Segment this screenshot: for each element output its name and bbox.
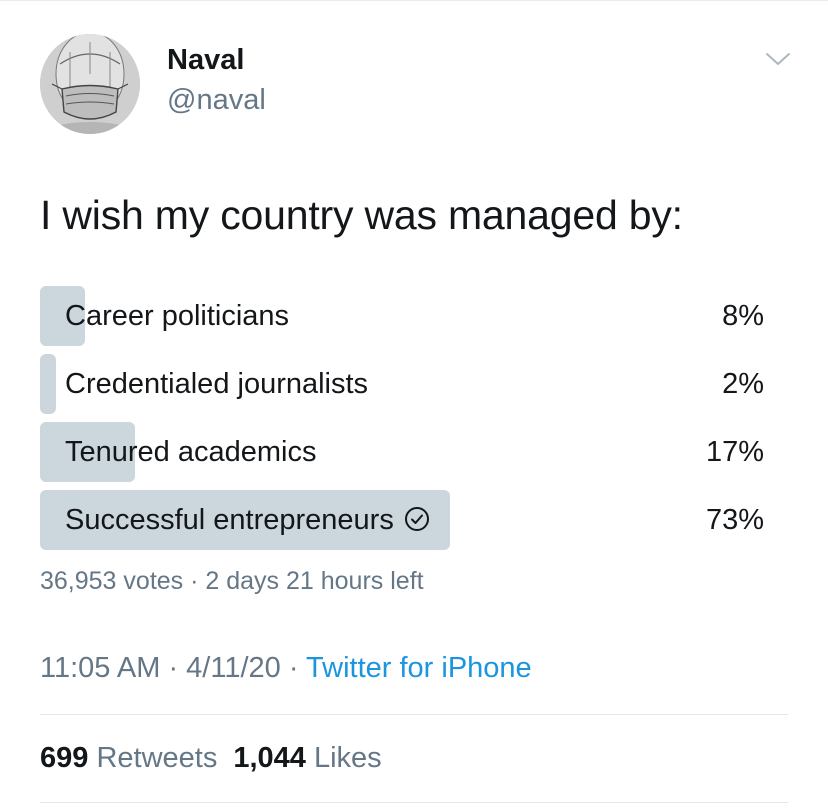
poll-option-label: Successful entrepreneurs	[65, 490, 430, 550]
timestamp-separator: ·	[160, 652, 187, 684]
poll: Career politicians 8% Credentialed journ…	[40, 286, 788, 558]
tweet-stats: 699 Retweets 1,044 Likes	[40, 740, 398, 776]
poll-option-percent: 8%	[722, 300, 764, 332]
poll-option-tenured-academics[interactable]: Tenured academics 17%	[40, 422, 788, 482]
retweets-stat[interactable]: 699 Retweets	[40, 742, 217, 774]
poll-option-career-politicians[interactable]: Career politicians 8%	[40, 286, 788, 346]
likes-stat[interactable]: 1,044 Likes	[233, 742, 381, 774]
poll-meta: 36,953 votes · 2 days 21 hours left	[40, 565, 424, 597]
timestamp-separator: ·	[280, 652, 307, 684]
top-divider	[0, 0, 828, 1]
tweet-date[interactable]: 4/11/20	[186, 652, 281, 684]
poll-bar	[40, 354, 56, 414]
poll-option-successful-entrepreneurs[interactable]: Successful entrepreneurs 73%	[40, 490, 788, 550]
poll-meta-separator: ·	[183, 567, 206, 595]
divider	[40, 714, 788, 715]
chevron-down-icon[interactable]	[764, 48, 792, 70]
tweet-time[interactable]: 11:05 AM	[40, 652, 160, 684]
poll-option-credentialed-journalists[interactable]: Credentialed journalists 2%	[40, 354, 788, 414]
tweet-text: I wish my country was managed by:	[40, 192, 683, 238]
poll-option-percent: 73%	[705, 504, 764, 536]
poll-option-label-text: Successful entrepreneurs	[65, 504, 394, 536]
tweet-timestamp: 11:05 AM · 4/11/20 · Twitter for iPhone	[40, 650, 532, 686]
user-handle[interactable]: @naval	[167, 82, 266, 118]
poll-votes: 36,953 votes	[40, 567, 184, 595]
tweet-source-link[interactable]: Twitter for iPhone	[306, 652, 532, 684]
user-name[interactable]: Naval	[167, 42, 244, 78]
poll-option-label: Career politicians	[65, 300, 290, 332]
avatar[interactable]	[40, 34, 140, 134]
retweets-count: 699	[40, 742, 89, 774]
avatar-image	[40, 34, 140, 134]
likes-count: 1,044	[233, 742, 306, 774]
poll-option-label: Tenured academics	[65, 436, 317, 468]
likes-label: Likes	[313, 742, 382, 774]
divider	[40, 802, 788, 803]
retweets-label: Retweets	[96, 742, 218, 774]
poll-option-percent: 17%	[705, 436, 764, 468]
check-circle-icon	[404, 506, 430, 532]
poll-option-percent: 2%	[722, 368, 764, 400]
poll-time-left: 2 days 21 hours left	[205, 567, 424, 595]
poll-option-label: Credentialed journalists	[65, 368, 369, 400]
